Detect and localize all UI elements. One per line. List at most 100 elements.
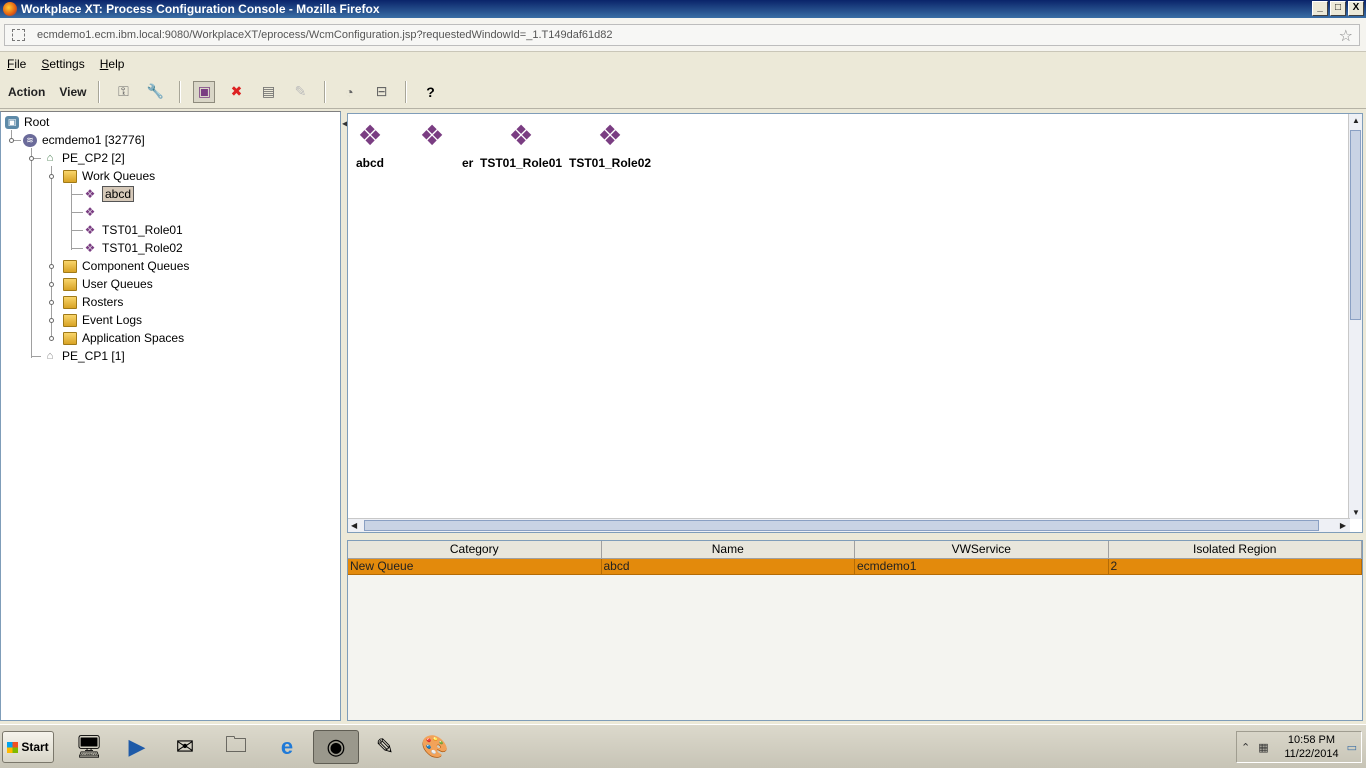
show-hidden-icons-icon[interactable]: ⌃ [1241,741,1250,754]
expand-toggle[interactable] [29,156,34,161]
toolbar-separator [179,80,181,103]
menu-file[interactable]: File [7,57,26,71]
explorer-folder-icon[interactable]: 🗀 [213,730,259,764]
commit-icon[interactable]: ◔ [338,81,360,103]
firefox-taskbar-icon[interactable]: ◉ [313,730,359,764]
address-bar[interactable]: ecmdemo1.ecm.ibm.local:9080/WorkplaceXT/… [4,24,1360,46]
tree-node-label: Component Queues [82,259,190,273]
vertical-scroll-thumb[interactable] [1350,130,1361,320]
menu-help[interactable]: Help [100,57,125,71]
new-queue-icon[interactable]: ▣ [193,80,216,103]
action-menu[interactable]: Action [8,85,45,99]
tree-node-label: abcd [102,186,135,202]
start-button[interactable]: Start [2,731,54,763]
column-header-category[interactable]: Category [348,541,602,558]
tree-node-queue-role01[interactable]: ❖ TST01_Role01 [83,221,183,239]
icon-item-tst01-role02[interactable]: ❖ TST01_Role02 [569,120,651,170]
firefox-icon [3,2,17,16]
tree-node-component-queues[interactable]: Component Queues [63,257,189,275]
icon-item-obscured[interactable]: ❖ [416,120,448,156]
toolbar: Action View ⚿ 🔧 ▣ ✖ ▤ ✎ ◔ ⊟ ? [0,75,1366,109]
icon-item-label: TST01_Role02 [569,156,652,170]
wrench-icon[interactable]: 🔧 [144,81,166,103]
tree-node-work-queues[interactable]: Work Queues [63,167,155,185]
clock[interactable]: 10:58 PM 11/22/2014 [1284,733,1338,761]
tree-node-region-pe-cp1[interactable]: ⌂ PE_CP1 [1] [43,347,125,365]
paint-icon[interactable]: 🎨 [412,730,458,764]
powershell-icon[interactable]: ▶ [114,730,160,764]
help-icon[interactable]: ? [419,81,441,103]
expand-toggle[interactable] [49,264,54,269]
tree-node-queue-obscured[interactable]: ❖ [83,203,102,221]
close-button[interactable]: X [1348,1,1364,16]
server-manager-icon[interactable]: 🖥 [66,730,112,764]
queue-icon: ❖ [84,205,96,219]
column-header-vwservice[interactable]: VWService [855,541,1109,558]
properties-icon[interactable]: ▤ [257,81,279,103]
expand-toggle[interactable] [9,138,14,143]
expand-toggle[interactable] [49,300,54,305]
icon-item-tst01-role01[interactable]: ❖ TST01_Role01 [480,120,562,170]
view-menu[interactable]: View [59,85,86,99]
tree-node-event-logs[interactable]: Event Logs [63,311,142,329]
horizontal-scroll-thumb[interactable] [364,520,1319,531]
vertical-scrollbar[interactable]: ▲ ▼ [1348,114,1362,519]
menu-settings[interactable]: Settings [41,57,84,71]
tree-node-root[interactable]: ▣ Root [5,113,49,131]
outlook-icon[interactable]: ✉ [162,730,208,764]
tree-node-label: TST01_Role02 [102,241,183,255]
url-text[interactable]: ecmdemo1.ecm.ibm.local:9080/WorkplaceXT/… [37,29,612,41]
internet-explorer-icon[interactable]: e [264,730,310,764]
tree-node-queue-abcd[interactable]: ❖ abcd [83,185,135,203]
show-desktop-icon[interactable]: ▭ [1347,741,1357,754]
maximize-button[interactable]: □ [1330,1,1346,16]
delete-icon[interactable]: ✖ [225,81,247,103]
expand-toggle[interactable] [49,282,54,287]
expand-toggle[interactable] [49,336,54,341]
icon-item-abcd[interactable]: ❖ abcd [354,120,386,170]
queue-icon: ❖ [357,120,383,151]
region-icon: ⌂ [46,350,54,362]
icon-item-partial-label: er [462,156,474,170]
horizontal-scrollbar[interactable]: ◀ ▶ [348,518,1350,532]
tree-node-server[interactable]: ≋ ecmdemo1 [32776] [23,131,145,149]
export-icon[interactable]: ⊟ [370,81,392,103]
bookmark-star-icon[interactable]: ☆ [1339,26,1353,46]
scroll-up-arrow-icon[interactable]: ▲ [1352,116,1360,125]
icon-item-label: TST01_Role01 [480,156,563,170]
scroll-down-arrow-icon[interactable]: ▼ [1352,508,1360,517]
column-header-isolated-region[interactable]: Isolated Region [1109,541,1362,558]
tree-node-rosters[interactable]: Rosters [63,293,123,311]
folder-icon [63,313,77,327]
tree-node-user-queues[interactable]: User Queues [63,275,153,293]
scroll-right-arrow-icon[interactable]: ▶ [1340,521,1346,530]
clock-time: 10:58 PM [1287,734,1336,746]
tree-node-queue-role02[interactable]: ❖ TST01_Role02 [83,239,183,257]
address-bar-area: ecmdemo1.ecm.ibm.local:9080/WorkplaceXT/… [0,18,1366,52]
table-row[interactable]: New Queue abcd ecmdemo1 2 [348,559,1362,575]
folder-icon [63,169,77,183]
key-icon[interactable]: ⚿ [112,81,134,103]
expand-toggle[interactable] [49,174,54,179]
notepad-icon[interactable]: ✎ [362,730,408,764]
queue-icon: ❖ [419,120,445,151]
edit-icon[interactable]: ✎ [289,81,311,103]
scroll-left-arrow-icon[interactable]: ◀ [351,521,357,530]
tree-node-label: PE_CP2 [2] [62,151,125,165]
minimize-button[interactable]: _ [1312,1,1328,16]
tree-line [71,248,83,249]
folder-icon [63,259,77,273]
tree-node-region-pe-cp2[interactable]: ⌂ PE_CP2 [2] [43,149,125,167]
column-header-name[interactable]: Name [602,541,855,558]
cell-isolated-region: 2 [1109,559,1362,574]
site-identity-icon[interactable] [12,29,25,41]
tree-node-application-spaces[interactable]: Application Spaces [63,329,184,347]
clock-date: 11/22/2014 [1284,748,1339,760]
folder-icon [63,277,77,291]
toolbar-separator [98,80,100,103]
system-tray: ⌃ ▦ 10:58 PM 11/22/2014 ▭ [1236,731,1362,763]
tree-line [51,166,52,340]
network-icon[interactable]: ▦ [1258,741,1268,754]
tree-line [71,194,83,195]
expand-toggle[interactable] [49,318,54,323]
